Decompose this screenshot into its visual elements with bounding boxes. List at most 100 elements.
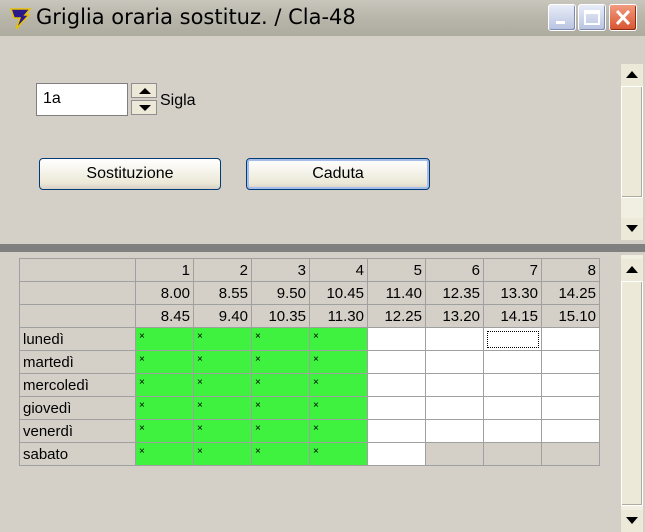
schedule-cell-free[interactable] xyxy=(483,396,542,420)
chevron-down-icon xyxy=(626,225,638,232)
schedule-cell-free[interactable] xyxy=(367,350,426,374)
schedule-cell-free[interactable] xyxy=(367,396,426,420)
schedule-cell-free[interactable] xyxy=(367,419,426,443)
chevron-down-icon xyxy=(139,105,151,111)
spin-up-button[interactable] xyxy=(131,83,157,98)
start-time-cell: 10.45 xyxy=(309,281,368,305)
schedule-cell-free[interactable] xyxy=(367,373,426,397)
day-label: mercoledì xyxy=(19,373,136,397)
schedule-cell-assigned[interactable]: × xyxy=(193,327,252,351)
schedule-cell-assigned[interactable]: × xyxy=(251,419,310,443)
end-time-cell: 11.30 xyxy=(309,304,368,328)
end-time-cell: 14.15 xyxy=(483,304,542,328)
schedule-cell-free[interactable] xyxy=(367,327,426,351)
schedule-cell-free[interactable] xyxy=(541,396,600,420)
schedule-cell-assigned[interactable]: × xyxy=(135,419,194,443)
schedule-cell-assigned[interactable]: × xyxy=(251,373,310,397)
caduta-button[interactable]: Caduta xyxy=(246,158,430,190)
day-label: martedì xyxy=(19,350,136,374)
schedule-cell-selected[interactable] xyxy=(483,327,542,351)
schedule-cell-free[interactable] xyxy=(483,350,542,374)
schedule-cell-assigned[interactable]: × xyxy=(135,373,194,397)
schedule-cell-assigned[interactable]: × xyxy=(309,419,368,443)
scroll-up-button[interactable] xyxy=(621,259,643,281)
scroll-down-button[interactable] xyxy=(621,218,643,240)
window-title: Griglia oraria sostituz. / Cla-48 xyxy=(36,5,356,29)
end-time-cell: 13.20 xyxy=(425,304,484,328)
start-time-cell: 8.55 xyxy=(193,281,252,305)
start-time-cell: 13.30 xyxy=(483,281,542,305)
schedule-cell-assigned[interactable]: × xyxy=(309,350,368,374)
spin-down-button[interactable] xyxy=(131,100,157,115)
schedule-cell-unavailable[interactable] xyxy=(425,442,484,466)
app-icon xyxy=(9,8,32,30)
grid-header-row: 8.00 8.55 9.50 10.45 11.40 12.35 13.30 14.25 xyxy=(19,281,600,305)
sigla-input[interactable]: 1a xyxy=(36,83,128,116)
end-time-cell: 15.10 xyxy=(541,304,600,328)
schedule-cell-free[interactable] xyxy=(541,327,600,351)
schedule-cell-assigned[interactable]: × xyxy=(135,350,194,374)
end-time-cell: 8.45 xyxy=(135,304,194,328)
start-time-cell: 14.25 xyxy=(541,281,600,305)
grid-header-row: 12345678 xyxy=(19,258,600,282)
table-row: mercoledì × × × × xyxy=(19,373,600,397)
schedule-cell-free[interactable] xyxy=(541,419,600,443)
schedule-cell-free[interactable] xyxy=(483,373,542,397)
schedule-cell-free[interactable] xyxy=(483,419,542,443)
maximize-button[interactable] xyxy=(578,4,606,31)
close-button[interactable] xyxy=(609,4,637,31)
schedule-cell-assigned[interactable]: × xyxy=(193,373,252,397)
end-time-cell: 12.25 xyxy=(367,304,426,328)
scroll-down-button[interactable] xyxy=(621,510,643,532)
period-number-cell: 3 xyxy=(251,258,310,282)
schedule-cell-assigned[interactable]: × xyxy=(309,442,368,466)
schedule-cell-assigned[interactable]: × xyxy=(135,442,194,466)
title-bar[interactable]: Griglia oraria sostituz. / Cla-48 xyxy=(0,0,645,36)
schedule-cell-assigned[interactable]: × xyxy=(251,442,310,466)
grid-scrollbar[interactable] xyxy=(621,255,643,532)
sostituzione-button[interactable]: Sostituzione xyxy=(39,158,221,190)
schedule-cell-free[interactable] xyxy=(541,350,600,374)
chevron-up-icon xyxy=(626,71,638,78)
scroll-up-button[interactable] xyxy=(621,64,643,86)
table-row: giovedì × × × × xyxy=(19,396,600,420)
schedule-cell-assigned[interactable]: × xyxy=(251,396,310,420)
schedule-cell-assigned[interactable]: × xyxy=(309,373,368,397)
period-number-cell: 5 xyxy=(367,258,426,282)
start-time-cell: 8.00 xyxy=(135,281,194,305)
schedule-cell-assigned[interactable]: × xyxy=(193,396,252,420)
splitter[interactable] xyxy=(0,244,645,252)
scroll-thumb[interactable] xyxy=(621,86,643,198)
schedule-cell-free[interactable] xyxy=(425,327,484,351)
day-label: giovedì xyxy=(19,396,136,420)
start-time-cell: 11.40 xyxy=(367,281,426,305)
period-number-cell: 2 xyxy=(193,258,252,282)
grid-header-row: 8.45 9.40 10.35 11.30 12.25 13.20 14.15 15.10 xyxy=(19,304,600,328)
sigla-spinner[interactable] xyxy=(131,83,159,117)
scroll-thumb[interactable] xyxy=(621,281,643,506)
schedule-cell-assigned[interactable]: × xyxy=(309,396,368,420)
schedule-cell-unavailable[interactable] xyxy=(541,442,600,466)
period-number-cell: 7 xyxy=(483,258,542,282)
schedule-cell-free[interactable] xyxy=(425,350,484,374)
schedule-grid: 1 2 3 4 5 6 7 8 8.00 8.55 9.50 10.45 11.40 12.35 13.30… xyxy=(19,258,600,466)
schedule-cell-assigned[interactable]: × xyxy=(193,350,252,374)
schedule-cell-assigned[interactable]: × xyxy=(309,327,368,351)
schedule-cell-free[interactable] xyxy=(425,419,484,443)
maximize-icon xyxy=(584,10,600,25)
schedule-cell-free[interactable] xyxy=(425,373,484,397)
schedule-cell-free[interactable] xyxy=(367,442,426,466)
minimize-button[interactable] xyxy=(548,4,576,31)
schedule-cell-assigned[interactable]: × xyxy=(193,442,252,466)
close-icon xyxy=(615,9,631,26)
schedule-cell-unavailable[interactable] xyxy=(483,442,542,466)
schedule-cell-assigned[interactable]: × xyxy=(193,419,252,443)
table-row: venerdì × × × × xyxy=(19,419,600,443)
schedule-cell-free[interactable] xyxy=(425,396,484,420)
form-scrollbar[interactable] xyxy=(621,64,643,240)
schedule-cell-free[interactable] xyxy=(541,373,600,397)
schedule-cell-assigned[interactable]: × xyxy=(135,396,194,420)
schedule-cell-assigned[interactable]: × xyxy=(135,327,194,351)
schedule-cell-assigned[interactable]: × xyxy=(251,350,310,374)
schedule-cell-assigned[interactable]: × xyxy=(251,327,310,351)
